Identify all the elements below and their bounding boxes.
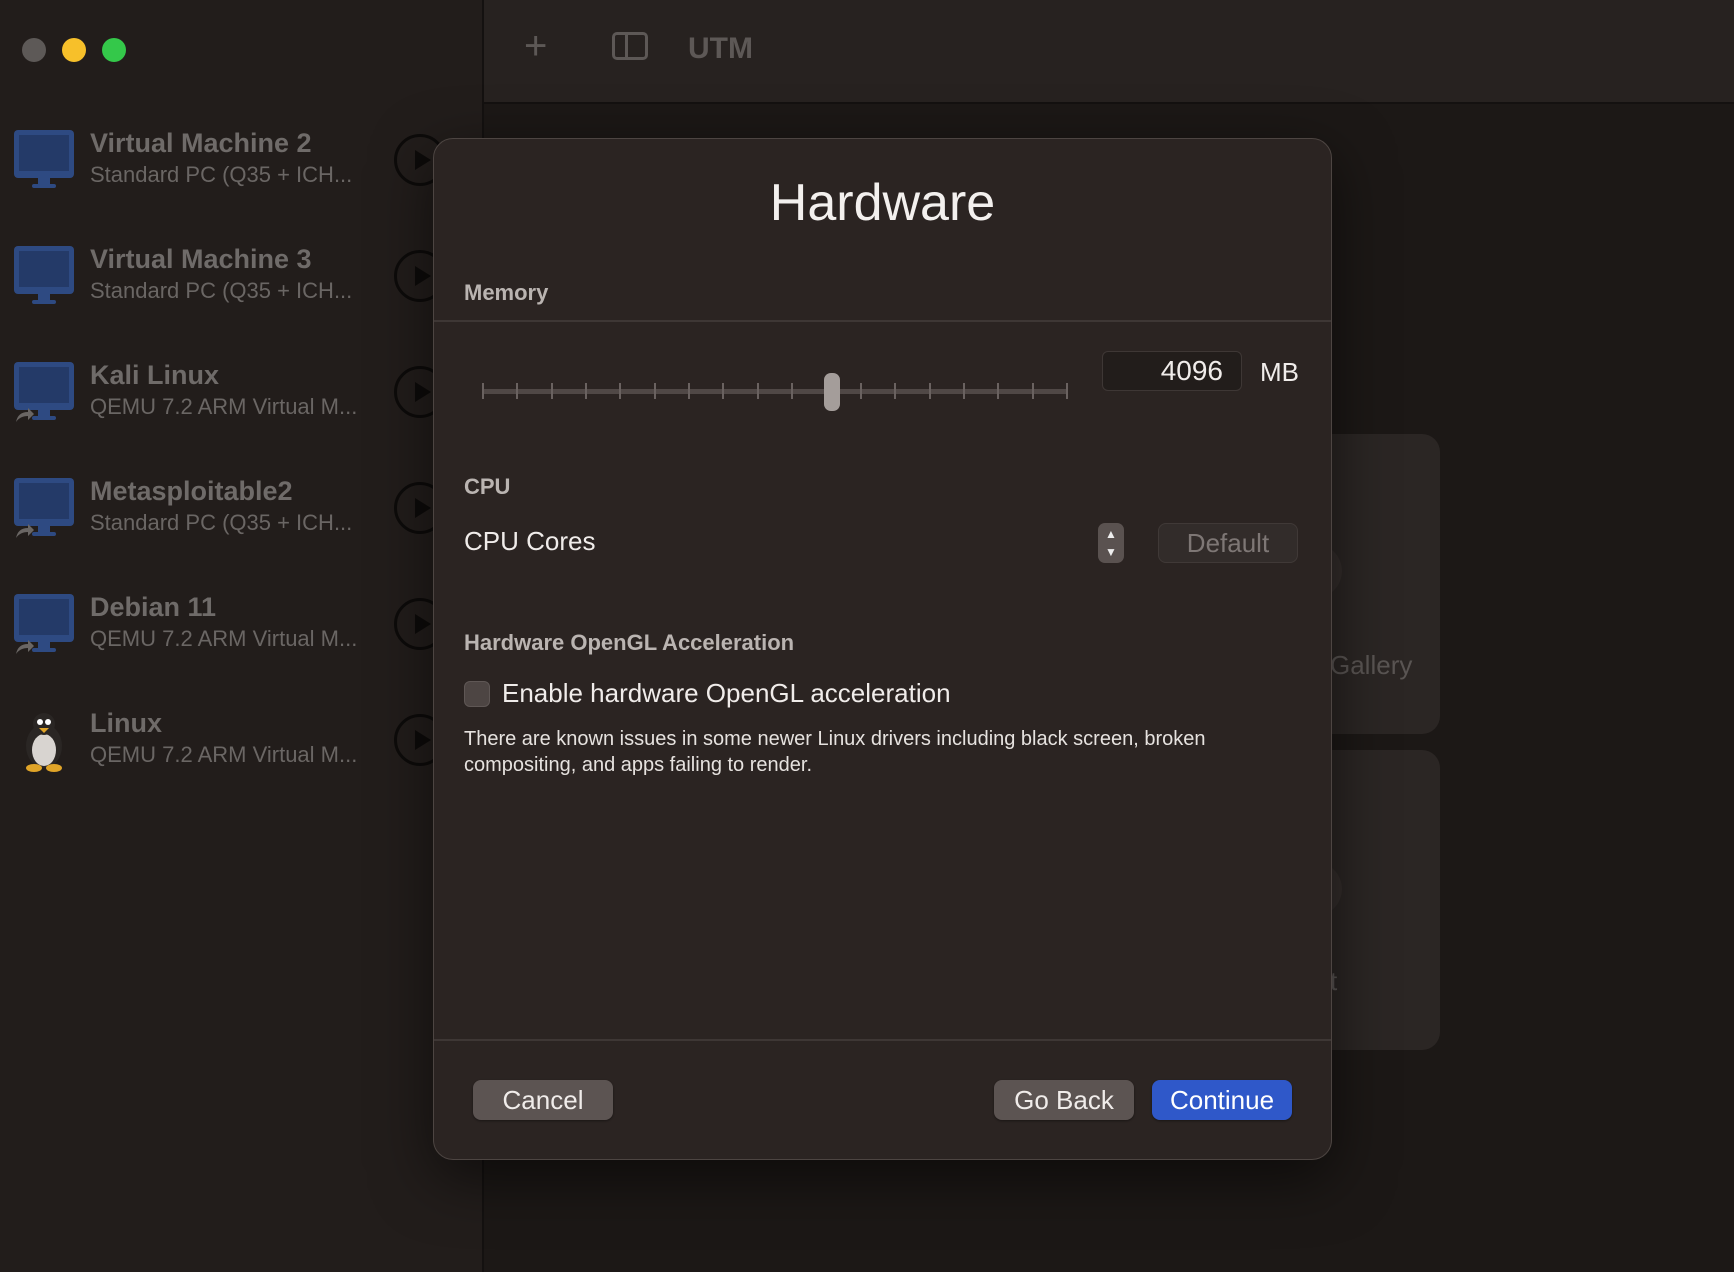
vm-item[interactable]: Metasploitable2 Standard PC (Q35 + ICH..… (0, 466, 482, 582)
shared-monitor-icon (14, 478, 74, 538)
slider-tick (894, 383, 897, 399)
slider-tick (756, 383, 759, 399)
divider (434, 320, 1331, 322)
vm-name: Virtual Machine 2 (90, 128, 312, 158)
vm-subtitle: Standard PC (Q35 + ICH... (90, 510, 353, 535)
penguin-icon (26, 713, 62, 772)
vm-item[interactable]: Debian 11 QEMU 7.2 ARM Virtual M... (0, 582, 482, 698)
vm-name: Linux (90, 708, 162, 738)
vm-name: Kali Linux (90, 360, 220, 390)
dialog-title: Hardware (769, 174, 996, 232)
slider-tick (1066, 383, 1068, 399)
slider-tick (688, 383, 691, 399)
footer-divider (434, 1039, 1331, 1041)
vm-name: Virtual Machine 3 (90, 244, 312, 274)
slider-tick (791, 383, 794, 399)
add-vm-button[interactable]: + (524, 26, 547, 66)
cpu-section-title: CPU (464, 474, 511, 499)
memory-unit: MB (1260, 357, 1299, 387)
hardware-dialog: Hardware Memory 4096 MB CPU CPU Cores ▲ … (433, 138, 1332, 1160)
monitor-icon (14, 246, 74, 304)
cpu-cores-label: CPU Cores (464, 526, 596, 556)
vm-name: Debian 11 (90, 592, 217, 622)
monitor-icon (14, 130, 74, 188)
vm-item[interactable]: Virtual Machine 2 Standard PC (Q35 + ICH… (0, 118, 482, 234)
vm-item[interactable]: Kali Linux QEMU 7.2 ARM Virtual M... (0, 350, 482, 466)
slider-tick (962, 383, 965, 399)
vm-subtitle: Standard PC (Q35 + ICH... (90, 162, 353, 187)
window-controls (22, 38, 126, 62)
chevron-up-icon[interactable]: ▲ (1098, 528, 1124, 540)
minimize-window-button[interactable] (62, 38, 86, 62)
slider-tick (722, 383, 725, 399)
vm-subtitle: QEMU 7.2 ARM Virtual M... (90, 742, 358, 767)
opengl-section-title: Hardware OpenGL Acceleration (464, 630, 795, 655)
sidebar-toggle-icon[interactable] (612, 32, 648, 60)
slider-tick (997, 383, 1000, 399)
vm-item[interactable]: Virtual Machine 3 Standard PC (Q35 + ICH… (0, 234, 482, 350)
continue-button[interactable]: Continue (1152, 1080, 1292, 1120)
vm-list: Virtual Machine 2 Standard PC (Q35 + ICH… (0, 118, 482, 814)
vm-subtitle: Standard PC (Q35 + ICH... (90, 278, 353, 303)
chevron-down-icon[interactable]: ▼ (1098, 546, 1124, 558)
gallery-label: Gallery (1330, 650, 1413, 680)
vm-item[interactable]: Linux QEMU 7.2 ARM Virtual M... (0, 698, 482, 814)
close-window-button[interactable] (22, 38, 46, 62)
slider-tick (619, 383, 622, 399)
slider-tick (928, 383, 931, 399)
slider-tick (516, 383, 519, 399)
slider-knob[interactable] (824, 373, 840, 411)
opengl-note: There are known issues in some newer Lin… (464, 728, 1206, 776)
sidebar: Virtual Machine 2 Standard PC (Q35 + ICH… (0, 0, 484, 1272)
vm-subtitle: QEMU 7.2 ARM Virtual M... (90, 626, 358, 651)
cancel-button[interactable]: Cancel (473, 1080, 613, 1120)
toolbar: + UTM (484, 0, 1734, 104)
slider-tick (585, 383, 588, 399)
slider-track (482, 389, 1068, 394)
opengl-checkbox-label[interactable]: Enable hardware OpenGL acceleration (502, 678, 951, 709)
shared-monitor-icon (14, 362, 74, 422)
go-back-button[interactable]: Go Back (994, 1080, 1134, 1120)
cpu-cores-input[interactable]: Default (1158, 523, 1298, 563)
slider-tick (859, 383, 862, 399)
zoom-window-button[interactable] (102, 38, 126, 62)
memory-input[interactable]: 4096 (1102, 351, 1242, 391)
memory-slider[interactable] (482, 371, 1068, 411)
slider-tick (1031, 383, 1034, 399)
slider-tick (653, 383, 656, 399)
opengl-checkbox[interactable] (464, 681, 490, 707)
slider-tick (550, 383, 553, 399)
memory-section-title: Memory (464, 280, 549, 305)
vm-name: Metasploitable2 (90, 476, 293, 506)
shared-monitor-icon (14, 594, 74, 654)
vm-subtitle: QEMU 7.2 ARM Virtual M... (90, 394, 358, 419)
slider-tick (482, 383, 484, 399)
window-title: UTM (688, 32, 753, 65)
cpu-cores-stepper[interactable]: ▲ ▼ (1098, 523, 1124, 563)
